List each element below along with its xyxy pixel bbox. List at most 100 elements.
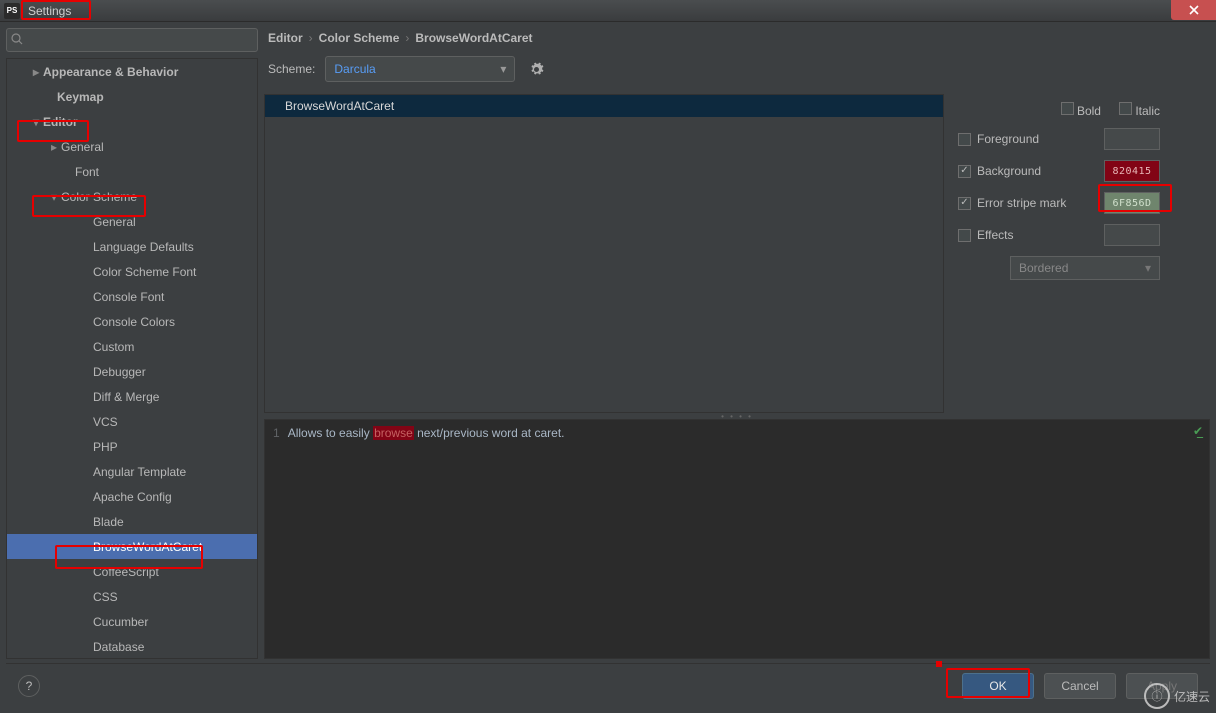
tree-item-label: Font <box>75 165 99 179</box>
tree-item-label: BrowseWordAtCaret <box>93 540 202 554</box>
app-icon: PS <box>4 3 20 19</box>
preview-text-post: next/previous word at caret. <box>414 426 565 440</box>
foreground-checkbox[interactable]: Foreground <box>958 132 1039 146</box>
crumb-editor[interactable]: Editor <box>268 31 303 45</box>
tree-item[interactable]: Keymap <box>7 84 257 109</box>
tree-item[interactable]: Language Defaults <box>7 234 257 259</box>
window-title: Settings <box>24 4 75 18</box>
tree-item[interactable]: Console Font <box>7 284 257 309</box>
tree-item-label: General <box>61 140 104 154</box>
tree-item[interactable]: ▸Appearance & Behavior <box>7 59 257 84</box>
tree-item-label: CoffeeScript <box>93 565 159 579</box>
crumb-colorscheme[interactable]: Color Scheme <box>319 31 400 45</box>
stripe-checkbox[interactable]: Error stripe mark <box>958 196 1066 210</box>
effects-type-value: Bordered <box>1019 261 1068 275</box>
tree-item[interactable]: Color Scheme Font <box>7 259 257 284</box>
preview-highlight-word: browse <box>373 426 414 440</box>
tree-item-label: Debugger <box>93 365 146 379</box>
effects-type-select[interactable]: Bordered ▾ <box>1010 256 1160 280</box>
ok-button[interactable]: OK <box>962 673 1034 699</box>
tree-item-label: Keymap <box>57 90 104 104</box>
apply-button[interactable]: Apply <box>1126 673 1198 699</box>
tree-item[interactable]: Font <box>7 159 257 184</box>
tree-item[interactable]: BrowseWordAtCaret <box>7 534 257 559</box>
tree-item-label: Editor <box>43 115 78 129</box>
italic-checkbox[interactable]: Italic <box>1119 102 1160 118</box>
preview-check-icon[interactable]: ✔̲ <box>1193 424 1203 438</box>
scheme-gear-button[interactable] <box>525 58 547 80</box>
tree-item[interactable]: PHP <box>7 434 257 459</box>
tree-item[interactable]: VCS <box>7 409 257 434</box>
tree-item[interactable]: ▾Editor <box>7 109 257 134</box>
help-button[interactable]: ? <box>18 675 40 697</box>
gear-icon <box>529 62 544 77</box>
settings-sidebar: ▸Appearance & BehaviorKeymap▾Editor▸Gene… <box>6 28 258 659</box>
settings-tree[interactable]: ▸Appearance & BehaviorKeymap▾Editor▸Gene… <box>6 58 258 659</box>
tree-item[interactable]: Console Colors <box>7 309 257 334</box>
attributes-list[interactable]: BrowseWordAtCaret <box>264 94 944 413</box>
search-wrap <box>6 28 258 52</box>
bold-checkbox[interactable]: Bold <box>1061 102 1101 118</box>
preview-text-pre: Allows to easily <box>288 426 373 440</box>
titlebar: PS Settings <box>0 0 1216 22</box>
dialog-footer: ? OK Cancel Apply <box>6 663 1210 707</box>
tree-item-label: Color Scheme <box>61 190 137 204</box>
background-label: Background <box>977 164 1041 178</box>
background-swatch[interactable]: 820415 <box>1104 160 1160 182</box>
tree-item[interactable]: Apache Config <box>7 484 257 509</box>
scheme-row: Scheme: Darcula ▾ <box>264 52 1210 94</box>
tree-item-label: General <box>93 215 136 229</box>
attribute-row[interactable]: BrowseWordAtCaret <box>265 95 943 117</box>
stripe-swatch[interactable]: 6F856D <box>1104 192 1160 214</box>
tree-item[interactable]: General <box>7 209 257 234</box>
tree-item-label: Language Defaults <box>93 240 194 254</box>
chevron-right-icon: ▸ <box>47 140 61 154</box>
tree-item-label: Color Scheme Font <box>93 265 196 279</box>
preview-editor[interactable]: 1 Allows to easily browse next/previous w… <box>264 419 1210 659</box>
tree-item[interactable]: Custom <box>7 334 257 359</box>
crumb-current: BrowseWordAtCaret <box>415 31 532 45</box>
effects-checkbox[interactable]: Effects <box>958 228 1013 242</box>
scheme-value: Darcula <box>334 62 375 76</box>
effects-swatch[interactable] <box>1104 224 1160 246</box>
tree-item-label: VCS <box>93 415 118 429</box>
close-icon <box>1189 5 1199 15</box>
tree-item-label: CSS <box>93 590 118 604</box>
chevron-right-icon: ▸ <box>29 65 43 79</box>
chevron-right-icon: › <box>309 31 313 45</box>
tree-item[interactable]: Diff & Merge <box>7 384 257 409</box>
tree-item-label: Console Colors <box>93 315 175 329</box>
tree-item[interactable]: Angular Template <box>7 459 257 484</box>
attribute-options: Bold Italic Foreground Background 820415… <box>958 94 1210 413</box>
stripe-label: Error stripe mark <box>977 196 1066 210</box>
tree-item-label: Angular Template <box>93 465 186 479</box>
tree-item[interactable]: ▸General <box>7 134 257 159</box>
tree-item-label: Diff & Merge <box>93 390 159 404</box>
chevron-right-icon: › <box>405 31 409 45</box>
chevron-down-icon: ▾ <box>1145 261 1151 275</box>
tree-item[interactable]: ▾Color Scheme <box>7 184 257 209</box>
chevron-down-icon: ▾ <box>29 115 43 129</box>
tree-item[interactable]: Blade <box>7 509 257 534</box>
background-checkbox[interactable]: Background <box>958 164 1041 178</box>
tree-item-label: Cucumber <box>93 615 148 629</box>
tree-item[interactable]: Database <box>7 634 257 659</box>
line-number: 1 <box>273 426 280 440</box>
foreground-label: Foreground <box>977 132 1039 146</box>
scheme-label: Scheme: <box>268 62 315 76</box>
scheme-select[interactable]: Darcula ▾ <box>325 56 515 82</box>
tree-item-label: Blade <box>93 515 124 529</box>
foreground-swatch[interactable] <box>1104 128 1160 150</box>
tree-item[interactable]: Debugger <box>7 359 257 384</box>
highlight-dot <box>936 661 942 667</box>
tree-item[interactable]: CSS <box>7 584 257 609</box>
breadcrumb: Editor › Color Scheme › BrowseWordAtCare… <box>264 28 1210 52</box>
cancel-button[interactable]: Cancel <box>1044 673 1116 699</box>
effects-label: Effects <box>977 228 1013 242</box>
close-button[interactable] <box>1171 0 1216 20</box>
tree-item[interactable]: CoffeeScript <box>7 559 257 584</box>
search-input[interactable] <box>6 28 258 52</box>
tree-item[interactable]: Cucumber <box>7 609 257 634</box>
chevron-down-icon: ▾ <box>47 190 61 204</box>
tree-item-label: Appearance & Behavior <box>43 65 178 79</box>
